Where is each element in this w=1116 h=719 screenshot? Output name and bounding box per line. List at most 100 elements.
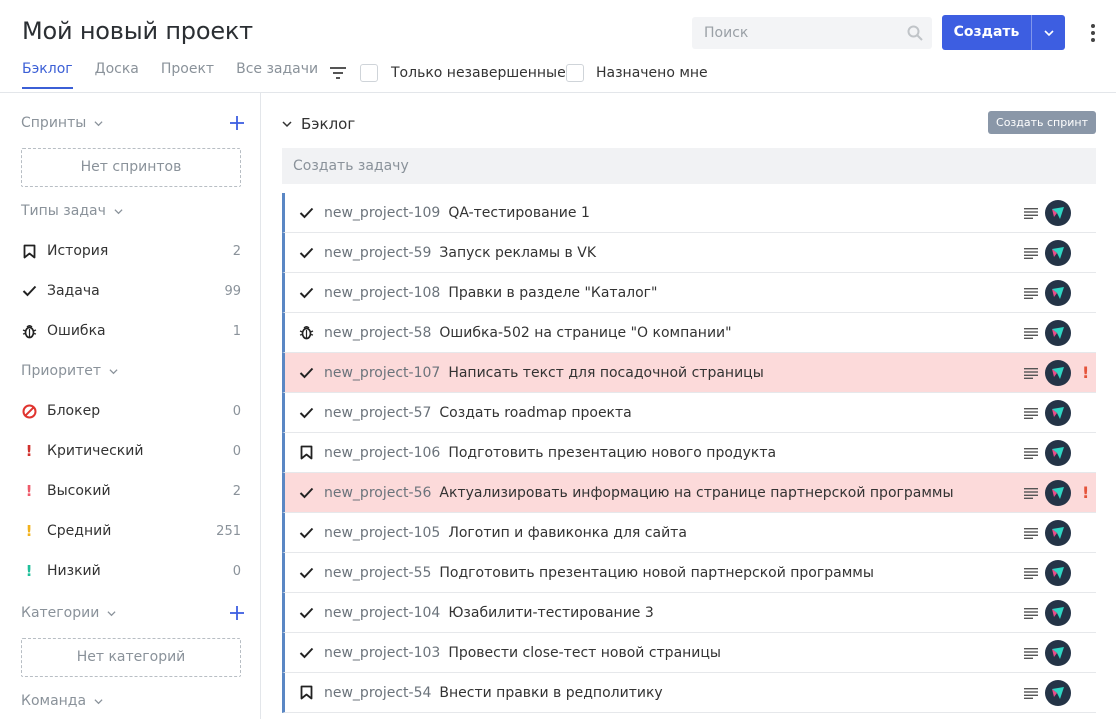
sidebar-item-story[interactable]: История 2 bbox=[21, 241, 241, 261]
check-icon bbox=[297, 244, 315, 262]
task-row[interactable]: new_project-54 Внести правки в редполитик… bbox=[282, 673, 1096, 713]
assignee-avatar[interactable] bbox=[1045, 600, 1071, 626]
tab-backlog[interactable]: Бэклог bbox=[22, 61, 73, 89]
assignee-avatar[interactable] bbox=[1045, 520, 1071, 546]
task-row[interactable]: new_project-108 Правки в разделе "Каталог… bbox=[282, 273, 1096, 313]
team-header[interactable]: Команда bbox=[21, 693, 103, 709]
sidebar-item-low[interactable]: ! Низкий 0 bbox=[21, 561, 241, 581]
task-name[interactable]: Подготовить презентацию нового продукта bbox=[448, 445, 776, 461]
task-name[interactable]: Актуализировать информацию на странице п… bbox=[439, 485, 953, 501]
assignee-avatar[interactable] bbox=[1045, 680, 1071, 706]
sidebar-item-label: Ошибка bbox=[47, 323, 106, 339]
bookmark-icon bbox=[21, 243, 37, 259]
sidebar-item-blocker[interactable]: Блокер 0 bbox=[21, 401, 241, 421]
task-key[interactable]: new_project-108 bbox=[324, 285, 440, 301]
create-button[interactable]: Создать bbox=[942, 15, 1032, 50]
tab-board[interactable]: Доска bbox=[95, 61, 139, 89]
task-name[interactable]: Ошибка-502 на странице "О компании" bbox=[439, 325, 731, 341]
add-category-icon[interactable] bbox=[229, 605, 245, 621]
task-row[interactable]: new_project-55 Подготовить презентацию но… bbox=[282, 553, 1096, 593]
task-name[interactable]: Юзабилити-тестирование 3 bbox=[448, 605, 653, 621]
assignee-avatar[interactable] bbox=[1045, 400, 1071, 426]
task-key[interactable]: new_project-54 bbox=[324, 685, 431, 701]
task-name[interactable]: Написать текст для посадочной страницы bbox=[448, 365, 763, 381]
chevron-down-icon bbox=[114, 208, 123, 214]
task-row[interactable]: new_project-103 Провести close-тест новой… bbox=[282, 633, 1096, 673]
task-key[interactable]: new_project-106 bbox=[324, 445, 440, 461]
more-options-icon[interactable] bbox=[1086, 22, 1100, 44]
task-types-header[interactable]: Типы задач bbox=[21, 203, 123, 219]
task-name[interactable]: Запуск рекламы в VK bbox=[439, 245, 596, 261]
task-row[interactable]: new_project-109 QA-тестирование 1 bbox=[282, 193, 1096, 233]
no-sprints-box: Нет спринтов bbox=[21, 148, 241, 187]
sidebar-item-high[interactable]: ! Высокий 2 bbox=[21, 481, 241, 501]
assignee-avatar[interactable] bbox=[1045, 320, 1071, 346]
assignee-avatar[interactable] bbox=[1045, 480, 1071, 506]
task-list: new_project-109 QA-тестирование 1 new_proj… bbox=[282, 193, 1096, 713]
task-key[interactable]: new_project-57 bbox=[324, 405, 431, 421]
assignee-avatar[interactable] bbox=[1045, 440, 1071, 466]
task-key[interactable]: new_project-109 bbox=[324, 205, 440, 221]
task-name[interactable]: Создать roadmap проекта bbox=[439, 405, 631, 421]
task-row[interactable]: new_project-56 Актуализировать информацию… bbox=[282, 473, 1096, 513]
task-key[interactable]: new_project-103 bbox=[324, 645, 440, 661]
bug-icon bbox=[21, 323, 37, 339]
task-key[interactable]: new_project-55 bbox=[324, 565, 431, 581]
unfinished-checkbox[interactable] bbox=[360, 64, 378, 82]
task-row[interactable]: new_project-59 Запуск рекламы в VK bbox=[282, 233, 1096, 273]
sidebar-item-count: 0 bbox=[232, 403, 241, 419]
task-key[interactable]: new_project-59 bbox=[324, 245, 431, 261]
task-row[interactable]: new_project-106 Подготовить презентацию н… bbox=[282, 433, 1096, 473]
task-name[interactable]: Провести close-тест новой страницы bbox=[448, 645, 721, 661]
sidebar-item-label: Низкий bbox=[47, 563, 101, 579]
sidebar-item-critical[interactable]: ! Критический 0 bbox=[21, 441, 241, 461]
task-row[interactable]: new_project-58 Ошибка-502 на странице "О … bbox=[282, 313, 1096, 353]
assignee-avatar[interactable] bbox=[1045, 560, 1071, 586]
sidebar-item-count: 1 bbox=[232, 323, 241, 339]
assignee-avatar[interactable] bbox=[1045, 280, 1071, 306]
sidebar-item-count: 251 bbox=[216, 523, 241, 539]
task-name[interactable]: QA-тестирование 1 bbox=[448, 205, 590, 221]
assigned-checkbox[interactable] bbox=[566, 64, 584, 82]
task-name[interactable]: Внести правки в редполитику bbox=[439, 685, 662, 701]
create-dropdown-button[interactable] bbox=[1032, 15, 1065, 50]
task-key[interactable]: new_project-56 bbox=[324, 485, 431, 501]
task-key[interactable]: new_project-107 bbox=[324, 365, 440, 381]
backlog-header[interactable]: Бэклог bbox=[282, 115, 355, 133]
description-icon bbox=[1024, 288, 1038, 299]
assignee-avatar[interactable] bbox=[1045, 240, 1071, 266]
task-row[interactable]: new_project-104 Юзабилити-тестирование 3 bbox=[282, 593, 1096, 633]
description-icon bbox=[1024, 648, 1038, 659]
sidebar-item-medium[interactable]: ! Средний 251 bbox=[21, 521, 241, 541]
sprints-header[interactable]: Спринты bbox=[21, 115, 103, 131]
tab-project[interactable]: Проект bbox=[161, 61, 214, 89]
description-icon bbox=[1024, 608, 1038, 619]
search-input[interactable] bbox=[692, 17, 892, 49]
filter-icon[interactable] bbox=[329, 66, 347, 80]
search-icon[interactable] bbox=[907, 25, 923, 41]
task-name[interactable]: Подготовить презентацию новой партнерско… bbox=[439, 565, 873, 581]
categories-header[interactable]: Категории bbox=[21, 605, 116, 621]
task-row[interactable]: new_project-105 Логотип и фавиконка для с… bbox=[282, 513, 1096, 553]
task-name[interactable]: Правки в разделе "Каталог" bbox=[448, 285, 657, 301]
task-name[interactable]: Логотип и фавиконка для сайта bbox=[448, 525, 687, 541]
assignee-avatar[interactable] bbox=[1045, 640, 1071, 666]
assignee-avatar[interactable] bbox=[1045, 200, 1071, 226]
sidebar-item-label: История bbox=[47, 243, 109, 259]
add-sprint-icon[interactable] bbox=[229, 115, 245, 131]
task-row[interactable]: new_project-57 Создать roadmap проекта bbox=[282, 393, 1096, 433]
task-key[interactable]: new_project-105 bbox=[324, 525, 440, 541]
task-key[interactable]: new_project-58 bbox=[324, 325, 431, 341]
create-task-input[interactable] bbox=[282, 148, 1096, 184]
check-icon bbox=[297, 564, 315, 582]
assignee-avatar[interactable] bbox=[1045, 360, 1071, 386]
task-row[interactable]: new_project-107 Написать текст для посадо… bbox=[282, 353, 1096, 393]
priority-header[interactable]: Приоритет bbox=[21, 363, 118, 379]
tab-all-tasks[interactable]: Все задачи bbox=[236, 61, 318, 89]
sidebar-item-task[interactable]: Задача 99 bbox=[21, 281, 241, 301]
sidebar-item-bug[interactable]: Ошибка 1 bbox=[21, 321, 241, 341]
task-key[interactable]: new_project-104 bbox=[324, 605, 440, 621]
check-icon bbox=[297, 364, 315, 382]
description-icon bbox=[1024, 488, 1038, 499]
create-sprint-button[interactable]: Создать спринт bbox=[988, 111, 1096, 134]
